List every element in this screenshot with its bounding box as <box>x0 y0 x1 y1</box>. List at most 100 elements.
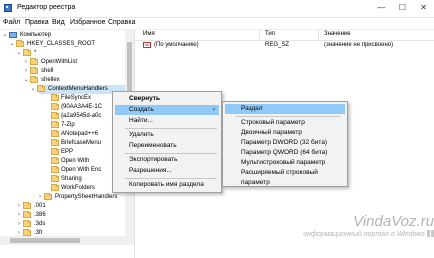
menu-favorites[interactable]: Избранное <box>70 19 105 26</box>
scrollbar-thumb[interactable] <box>10 238 80 243</box>
column-type[interactable]: Тип <box>265 31 275 37</box>
menu-item-find[interactable]: Найти... <box>115 116 219 126</box>
folder-icon <box>44 193 52 200</box>
tree-node-propertysheethandlers[interactable]: › PropertySheetHandlers <box>0 193 125 202</box>
tree-node-7zip[interactable]: 7-Zip <box>0 121 125 130</box>
tree-node-a2a9545d[interactable]: {a2a9545d-a0c <box>0 112 125 121</box>
tree-node-label: .386 <box>34 212 46 218</box>
tree-node-label: {a2a9545d-a0c <box>61 113 102 119</box>
submenu-item-key[interactable]: Раздел <box>225 104 345 114</box>
tree-node-epp[interactable]: EPP <box>0 148 125 157</box>
menu-separator <box>235 116 341 117</box>
menu-item-rename[interactable]: Переименовать <box>115 141 219 151</box>
expand-chevron-icon[interactable]: ⌄ <box>16 49 22 58</box>
value-name: (По умолчанию) <box>154 42 199 48</box>
column-divider[interactable] <box>259 30 260 40</box>
tree-horizontal-scrollbar[interactable] <box>0 236 134 245</box>
folder-icon <box>51 139 59 146</box>
tree-node-label: .3ds <box>34 221 46 227</box>
create-submenu: Раздел Строковый параметр Двоичный парам… <box>222 101 348 187</box>
tree-node-label: FileSyncEx <box>61 95 92 101</box>
submenu-item-dword-value[interactable]: Параметр DWORD (32 бита) <box>225 138 345 148</box>
watermark-tagline: информационный портал о Windows <box>262 230 434 238</box>
menu-item-delete[interactable]: Удалить <box>115 130 219 140</box>
window-title: Редактор реестра <box>17 4 76 11</box>
folder-icon <box>51 148 59 155</box>
tree-node-star[interactable]: ⌄ * <box>0 49 125 58</box>
string-value-icon: ab <box>143 42 151 48</box>
collapse-chevron-icon[interactable]: › <box>16 220 22 229</box>
collapse-chevron-icon[interactable]: › <box>16 202 22 211</box>
collapse-chevron-icon[interactable]: › <box>37 193 43 202</box>
submenu-item-binary-value[interactable]: Двоичный параметр <box>225 128 345 138</box>
folder-icon <box>51 157 59 164</box>
menu-item-export[interactable]: Экспортировать <box>115 155 219 165</box>
table-row[interactable]: ab (По умолчанию) REG_SZ (значение не пр… <box>135 41 434 50</box>
tree-node-3ds[interactable]: › .3ds <box>0 220 125 229</box>
value-type: REG_SZ <box>265 42 290 48</box>
maximize-button[interactable]: ☐ <box>392 0 413 16</box>
tree-node-sharing[interactable]: Sharing <box>0 175 125 184</box>
submenu-item-string-value[interactable]: Строковый параметр <box>225 118 345 128</box>
context-menu: Свернуть Создать › Найти... Удалить Пере… <box>112 91 222 193</box>
menu-item-collapse[interactable]: Свернуть <box>115 94 219 104</box>
tree-node-90aa3a4e[interactable]: {90AA3A4E-1C <box>0 103 125 112</box>
menu-separator <box>125 128 217 129</box>
folder-icon <box>30 67 38 74</box>
tree-node-label: EPP <box>61 149 74 155</box>
title-bar: Редактор реестра — ☐ ✕ <box>0 0 434 18</box>
submenu-item-expandable-string-value[interactable]: Расширяемый строковый параметр <box>225 168 345 186</box>
column-value[interactable]: Значение <box>324 31 351 37</box>
menu-help[interactable]: Справка <box>108 19 135 26</box>
tree-node-001[interactable]: › .001 <box>0 202 125 211</box>
tree-node-label: OpenWithList <box>41 59 78 65</box>
expand-chevron-icon[interactable]: ⌄ <box>23 76 29 85</box>
collapse-chevron-icon[interactable]: › <box>16 211 22 220</box>
collapse-chevron-icon[interactable]: › <box>23 58 29 67</box>
tree-node-label: Open With <box>61 158 90 164</box>
tree-node-openwith[interactable]: Open With <box>0 157 125 166</box>
tree-node-shell[interactable]: › shell <box>0 67 125 76</box>
folder-icon <box>51 94 59 101</box>
tree-node-386[interactable]: › .386 <box>0 211 125 220</box>
tree-node-anotepad[interactable]: ANotepad++6 <box>0 130 125 139</box>
column-name[interactable]: Имя <box>143 31 155 37</box>
folder-icon <box>30 58 38 65</box>
folder-icon <box>51 121 59 128</box>
tree-node-label: HKEY_CLASSES_ROOT <box>27 41 96 47</box>
watermark: VindaVoz.ru информационный портал о Wind… <box>262 213 434 238</box>
expand-chevron-icon[interactable]: ⌄ <box>2 31 8 40</box>
expand-chevron-icon[interactable]: ⌄ <box>30 85 36 94</box>
tree-node-workfolders[interactable]: WorkFolders <box>0 184 125 193</box>
tree-node-label: 7-Zip <box>61 122 75 128</box>
expand-chevron-icon[interactable]: ⌄ <box>9 40 15 49</box>
tree-node-label: shell <box>41 68 54 74</box>
menu-edit[interactable]: Правка <box>25 19 49 26</box>
menu-item-permissions[interactable]: Разрешения... <box>115 166 219 176</box>
tree-node-filesyncex[interactable]: FileSyncEx <box>0 94 125 103</box>
tree-node-label: BriefcaseMenu <box>61 140 102 146</box>
tree-node-shellex[interactable]: ⌄ shellex <box>0 76 125 85</box>
menu-item-copy-key-name[interactable]: Копировать имя раздела <box>115 180 219 190</box>
folder-icon <box>23 49 31 56</box>
tree-node-computer[interactable]: ⌄ Компьютер <box>0 31 125 40</box>
folder-icon <box>23 220 31 227</box>
collapse-chevron-icon[interactable]: › <box>23 67 29 76</box>
column-divider[interactable] <box>318 30 319 40</box>
menu-item-create[interactable]: Создать › <box>115 105 219 115</box>
menu-file[interactable]: Файл <box>3 19 20 26</box>
tree-node-label: ANotepad++6 <box>61 131 99 137</box>
submenu-item-qword-value[interactable]: Параметр QWORD (64 бита) <box>225 148 345 158</box>
tree-node-hkcr[interactable]: ⌄ HKEY_CLASSES_ROOT <box>0 40 125 49</box>
tree-node-label: Компьютер <box>20 32 52 38</box>
tree-node-label: shellex <box>41 77 60 83</box>
tree-node-label: PropertySheetHandlers <box>55 194 118 200</box>
tree-node-label: ContextMenuHandlers <box>48 86 108 92</box>
tree-node-openwithenc[interactable]: Open With Enc <box>0 166 125 175</box>
tree-node-openwithlist[interactable]: › OpenWithList <box>0 58 125 67</box>
close-button[interactable]: ✕ <box>413 0 434 16</box>
tree-node-briefcasemenu[interactable]: BriefcaseMenu <box>0 139 125 148</box>
minimize-button[interactable]: — <box>371 0 392 16</box>
menu-view[interactable]: Вид <box>52 19 65 26</box>
submenu-item-multistring-value[interactable]: Мультистроковый параметр <box>225 158 345 168</box>
